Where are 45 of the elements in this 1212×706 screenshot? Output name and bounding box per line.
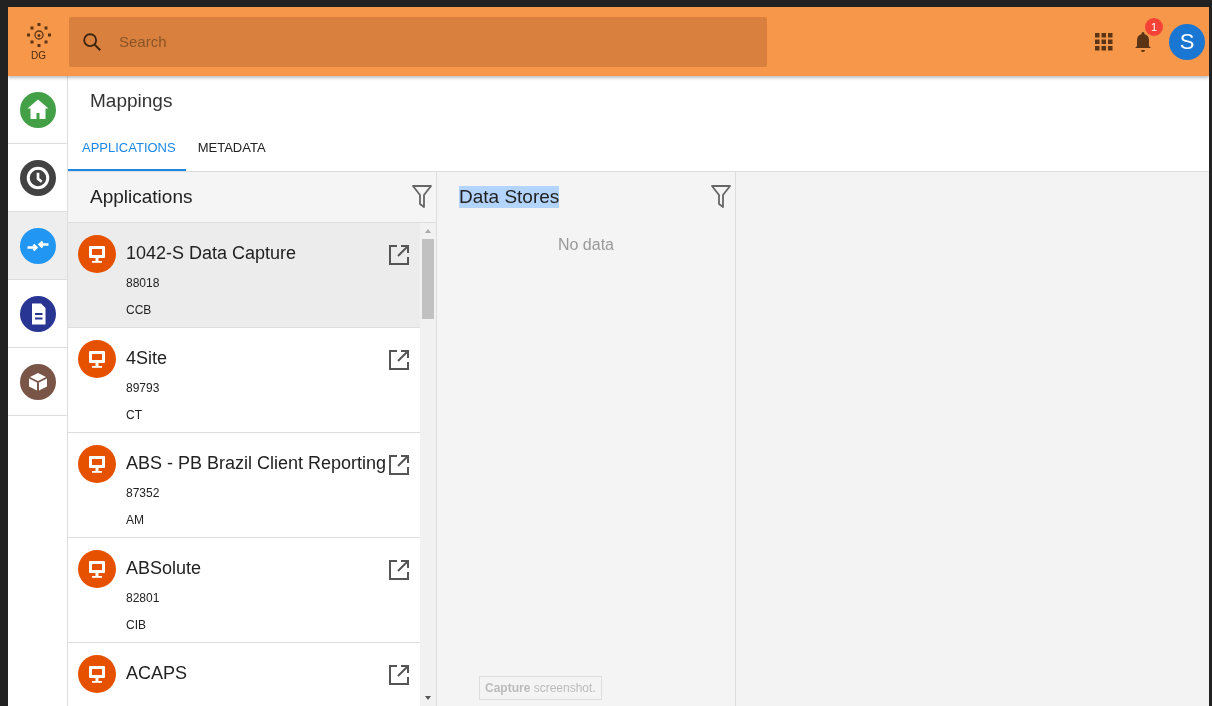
search-icon xyxy=(81,30,103,53)
clock-icon xyxy=(19,159,56,196)
scrollbar[interactable] xyxy=(420,223,436,706)
filter-icon[interactable] xyxy=(412,185,432,209)
monitor-icon xyxy=(78,340,116,378)
page-title: Mappings xyxy=(89,89,174,113)
application-code: CCB xyxy=(126,302,153,319)
empty-message: No data xyxy=(556,236,615,254)
monitor-icon xyxy=(78,655,116,693)
open-external-icon[interactable] xyxy=(388,664,410,686)
filter-icon[interactable] xyxy=(711,185,731,209)
application-name: 1042-S Data Capture xyxy=(126,242,298,265)
open-external-icon[interactable] xyxy=(388,244,410,266)
application-id: 82801 xyxy=(126,590,161,607)
application-name: ABS - PB Brazil Client Reporting xyxy=(126,452,384,475)
panel-title: Applications xyxy=(90,186,193,208)
open-external-icon[interactable] xyxy=(388,559,410,581)
open-external-icon[interactable] xyxy=(388,454,410,476)
apps-grid-icon[interactable] xyxy=(1095,32,1113,51)
arrows-icon xyxy=(19,227,56,264)
application-name: ABSolute xyxy=(126,557,203,580)
application-name: ACAPS xyxy=(126,662,189,685)
document-icon xyxy=(19,295,56,332)
scrollbar-thumb[interactable] xyxy=(422,239,434,319)
application-id: 87352 xyxy=(126,485,161,502)
notification-badge: 1 xyxy=(1145,17,1163,36)
application-code: AM xyxy=(126,512,145,529)
bell-icon[interactable] xyxy=(1133,29,1153,54)
monitor-icon xyxy=(78,445,116,483)
logo-text: DG xyxy=(31,49,46,61)
box-icon xyxy=(19,363,56,400)
panel-title: Data Stores xyxy=(459,186,560,208)
logo-icon xyxy=(26,22,51,47)
application-item[interactable]: 1042-S Data Capture 88018 CCB xyxy=(68,223,420,328)
tab[interactable]: METADATA xyxy=(185,128,278,171)
open-external-icon[interactable] xyxy=(388,349,410,371)
application-id: 88018 xyxy=(126,275,161,292)
application-name: 4Site xyxy=(126,347,169,370)
application-id: 89793 xyxy=(126,380,161,397)
user-avatar[interactable]: S xyxy=(1169,23,1205,60)
home-icon xyxy=(19,91,56,128)
monitor-icon xyxy=(78,235,116,273)
application-code: CIB xyxy=(126,617,147,634)
monitor-icon xyxy=(78,550,116,588)
application-code: CT xyxy=(126,407,143,424)
